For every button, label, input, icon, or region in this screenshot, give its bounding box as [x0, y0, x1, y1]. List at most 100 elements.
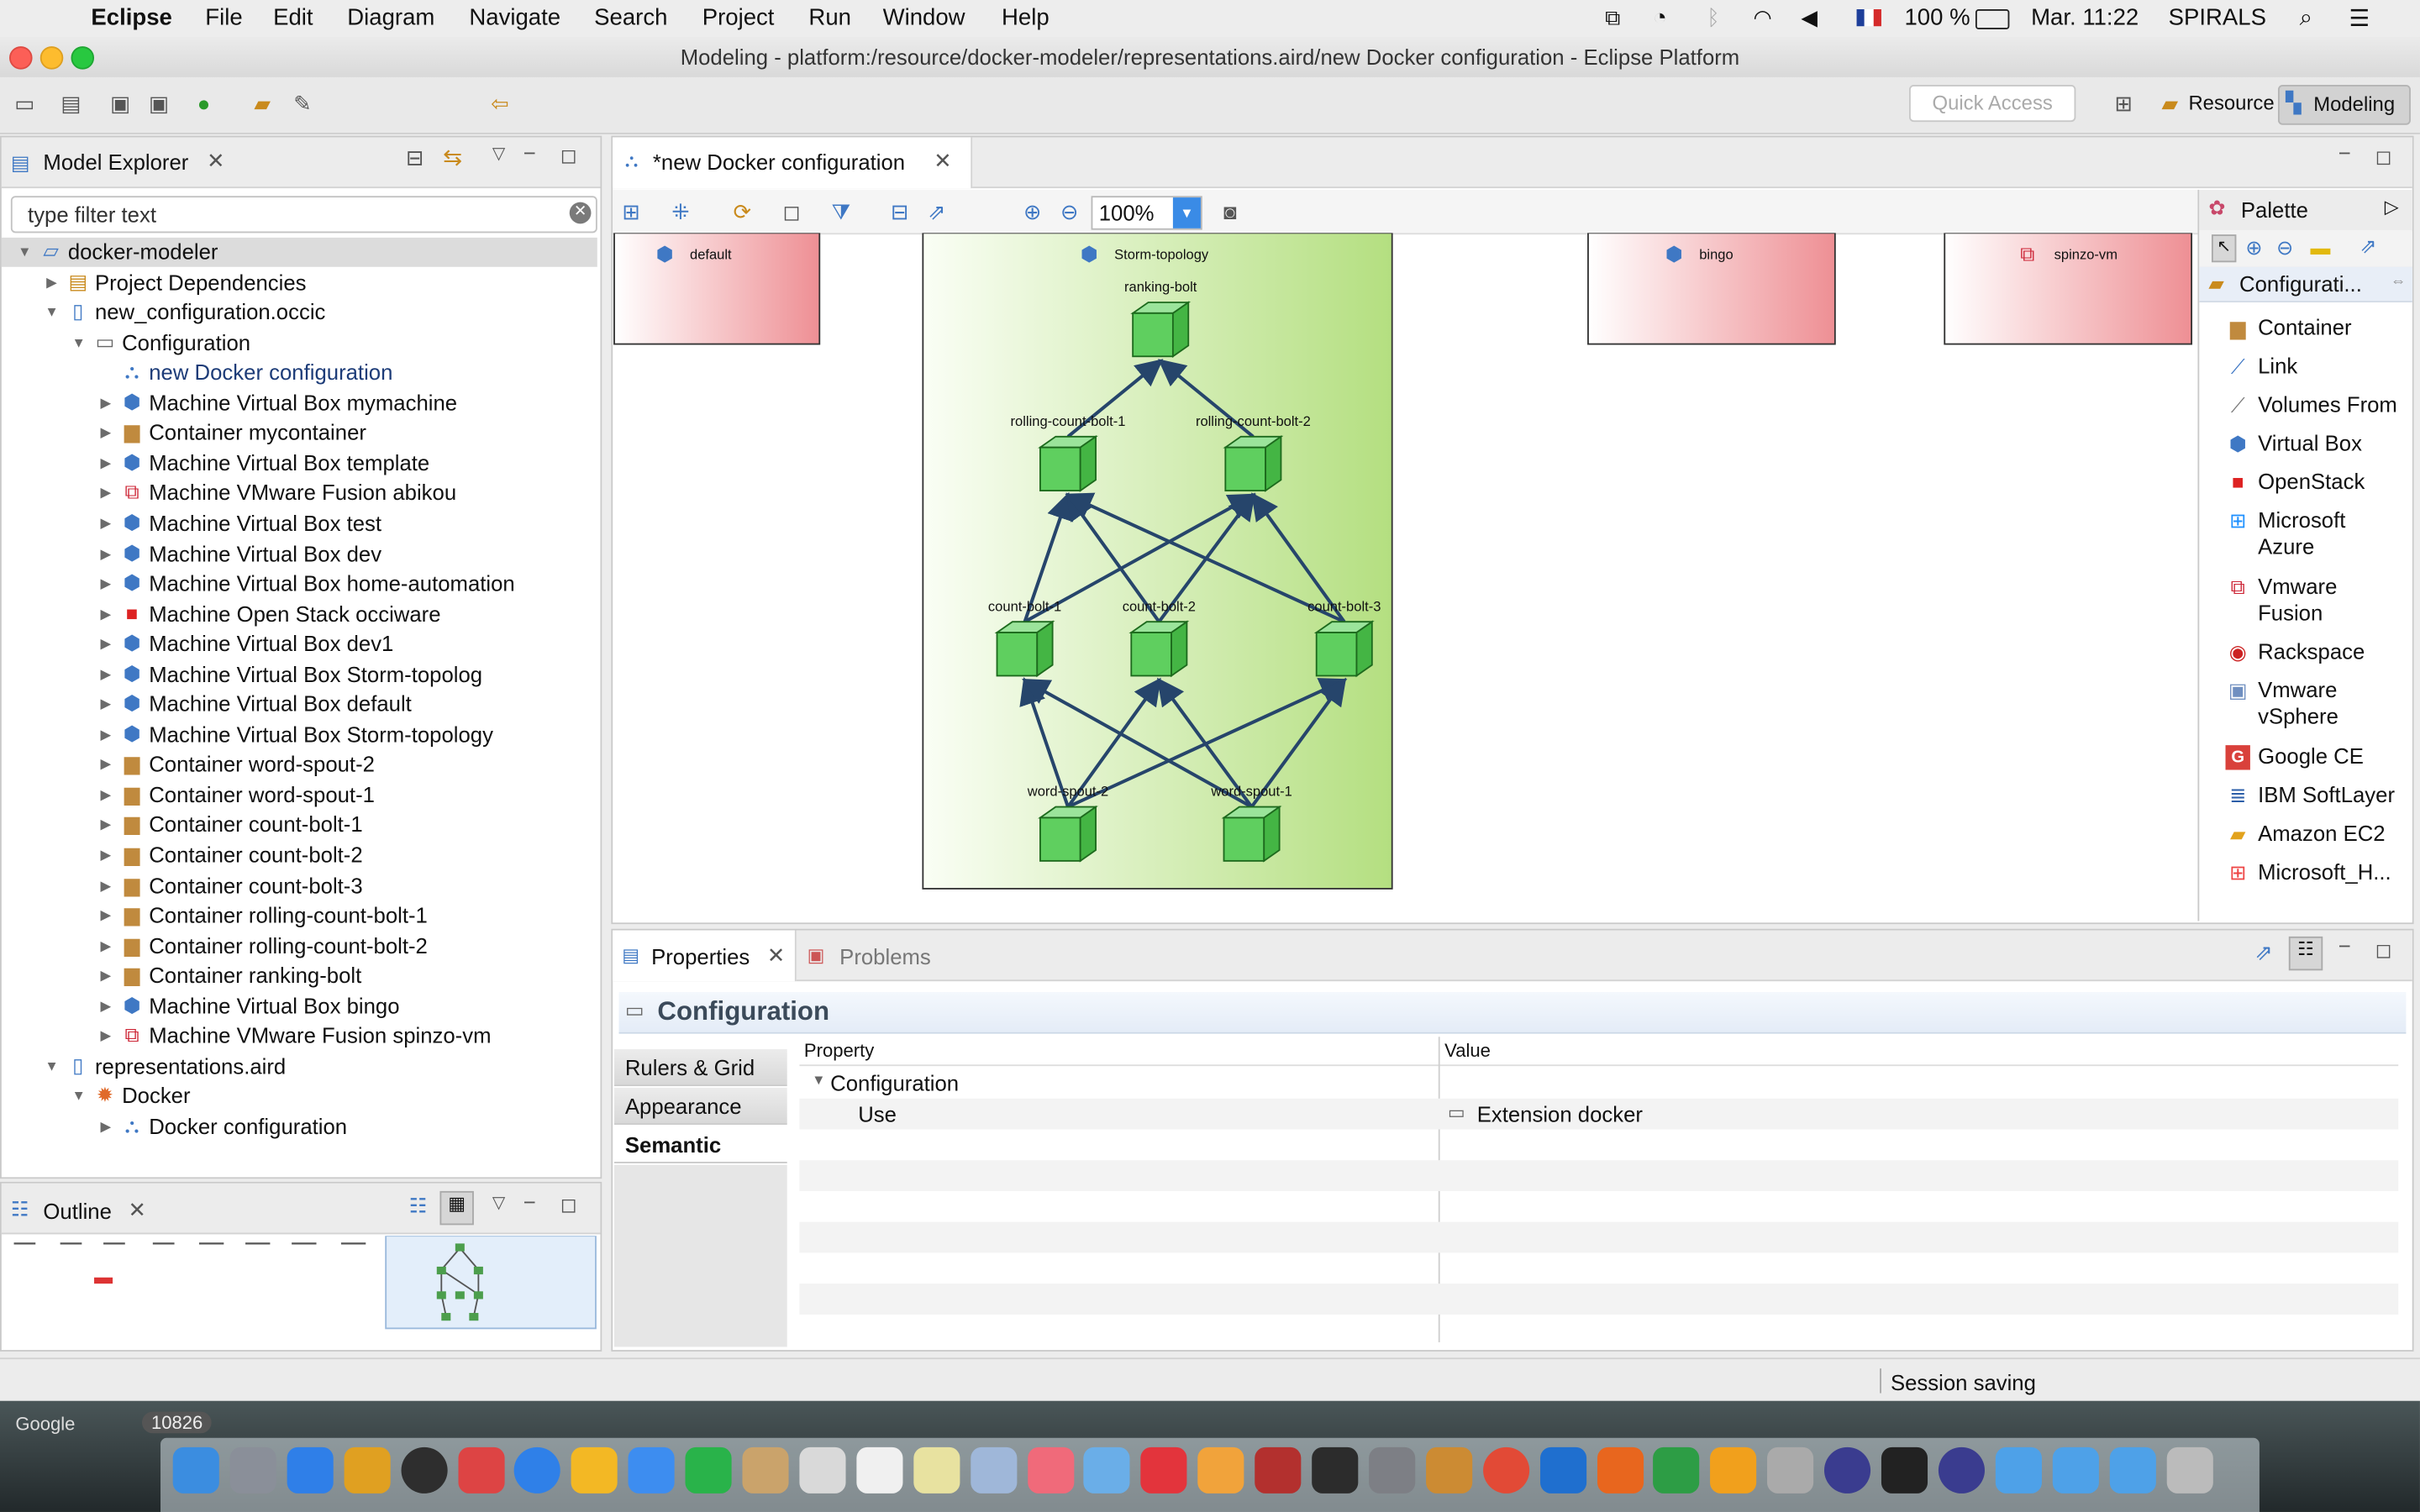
sublime-icon[interactable]: [1425, 1446, 1472, 1494]
folder-icon[interactable]: [1995, 1446, 2042, 1494]
perspective-resource[interactable]: Resource: [2188, 91, 2274, 114]
quick-access-input[interactable]: Quick Access: [1908, 85, 2076, 123]
tab-new-docker-configuration[interactable]: ⛬ *new Docker configuration ✕: [613, 137, 973, 189]
zoom-out-icon[interactable]: ⊖: [1057, 199, 1081, 223]
collapse-arrow-icon[interactable]: ▼: [44, 298, 59, 328]
folder-icon[interactable]: [2052, 1446, 2099, 1494]
close-icon[interactable]: ✕: [128, 1197, 146, 1223]
expand-arrow-icon[interactable]: ▶: [98, 1112, 113, 1142]
itunes-icon[interactable]: [1140, 1446, 1187, 1494]
back-icon[interactable]: ⇦: [487, 91, 512, 115]
property-row-use[interactable]: Use ▭ Extension docker: [799, 1099, 2398, 1130]
system-preferences-icon[interactable]: [1368, 1446, 1416, 1494]
close-icon[interactable]: ✕: [767, 942, 786, 969]
facetime-icon[interactable]: [685, 1446, 732, 1494]
container-node[interactable]: [1313, 620, 1375, 678]
zoom-in-tool-icon[interactable]: ⊕: [2245, 236, 2262, 260]
run-icon[interactable]: ●: [192, 91, 216, 115]
tree-item[interactable]: ▶ ■ Machine Open Stack occiware: [2, 600, 597, 629]
palette-item-link[interactable]: ⟋ Link: [2226, 354, 2408, 381]
properties-side-tab[interactable]: Appearance: [614, 1087, 787, 1125]
expand-arrow-icon[interactable]: ▶: [98, 871, 113, 900]
calendar-widget-icon[interactable]: [344, 1446, 391, 1494]
terminal-icon[interactable]: [1881, 1446, 1928, 1494]
tree-item[interactable]: ▶ ▆ Container word-spout-2: [2, 750, 597, 780]
expand-arrow-icon[interactable]: ▶: [98, 388, 113, 417]
collapse-arrow-icon[interactable]: ▼: [71, 328, 86, 358]
eclipse-alt-icon[interactable]: [1938, 1446, 1985, 1494]
property-value[interactable]: Extension docker: [1477, 1101, 1643, 1126]
container-node[interactable]: [1223, 435, 1284, 492]
tree-item[interactable]: ▶ ▆ Container rolling-count-bolt-2: [2, 932, 597, 961]
container-node[interactable]: [1221, 805, 1282, 863]
downloads-icon[interactable]: [2109, 1446, 2156, 1494]
battery-icon[interactable]: [1975, 9, 2010, 29]
palette-item-azure[interactable]: ⊞ Microsoft Azure: [2226, 507, 2408, 561]
chrome-icon[interactable]: [1482, 1446, 1529, 1494]
tree-item[interactable]: ▶ ▆ Container ranking-bolt: [2, 962, 597, 991]
tree-item[interactable]: ▶ ⬢ Machine Virtual Box default: [2, 690, 597, 719]
palette-item-rackspace[interactable]: ◉ Rackspace: [2226, 638, 2408, 665]
menu-diagram[interactable]: Diagram: [347, 5, 434, 31]
zoom-in-icon[interactable]: ⊕: [1020, 199, 1044, 223]
reminders-icon[interactable]: [855, 1446, 903, 1494]
expand-arrow-icon[interactable]: ▶: [98, 901, 113, 931]
expand-arrow-icon[interactable]: ▶: [98, 811, 113, 840]
export-tool-icon[interactable]: ⇗: [2360, 234, 2376, 259]
tree-item[interactable]: ▶ ⬢ Machine Virtual Box bingo: [2, 992, 597, 1021]
view-menu-icon[interactable]: ▽: [492, 144, 506, 164]
zoom-out-tool-icon[interactable]: ⊖: [2276, 236, 2293, 260]
tree-item[interactable]: ▶ ⬢ Machine Virtual Box Storm-topolog: [2, 660, 597, 690]
excel-icon[interactable]: [1653, 1446, 1700, 1494]
filter-icon[interactable]: ⧩: [829, 199, 853, 223]
minimize-icon[interactable]: −: [2338, 140, 2351, 165]
tree-item[interactable]: ▶ ⬢ Machine Virtual Box dev1: [2, 630, 597, 659]
tree-item[interactable]: ▶ ▆ Container count-bolt-2: [2, 841, 597, 870]
tree-item[interactable]: ▼ ▭ Configuration: [2, 328, 597, 358]
link-editor-icon[interactable]: ⇆: [443, 144, 462, 171]
time-machine-icon[interactable]: [1312, 1446, 1359, 1494]
show-categories-icon[interactable]: ☷: [2288, 936, 2323, 971]
user-name[interactable]: SPIRALS: [2169, 5, 2266, 31]
save-all-icon[interactable]: ▣: [146, 91, 171, 115]
layout-icon[interactable]: ⁜: [668, 199, 692, 223]
open-folder-icon[interactable]: ▰: [250, 91, 275, 115]
menu-navigate[interactable]: Navigate: [469, 5, 560, 31]
tree-item[interactable]: ▶ ▆ Container mycontainer: [2, 418, 597, 448]
word-icon[interactable]: [1539, 1446, 1586, 1494]
notes-icon[interactable]: [913, 1446, 960, 1494]
menu-help[interactable]: Help: [1002, 5, 1050, 31]
trash-icon[interactable]: [2165, 1446, 2212, 1494]
palette-item-hyperv[interactable]: ⊞ Microsoft_H...: [2226, 858, 2408, 885]
select-tool-icon[interactable]: ↖: [2211, 234, 2237, 263]
collapse-arrow-icon[interactable]: ▼: [71, 1082, 86, 1111]
maximize-icon[interactable]: ◻: [560, 144, 577, 168]
screen-share-icon[interactable]: ⧉: [1605, 5, 1620, 31]
contacts-icon[interactable]: [742, 1446, 789, 1494]
expand-arrow-icon[interactable]: ▶: [98, 570, 113, 599]
machine-node-default[interactable]: [613, 233, 821, 345]
properties-side-tab[interactable]: Rulers & Grid: [614, 1048, 787, 1087]
select-icon[interactable]: ◻: [780, 199, 804, 223]
outline-thumbnail[interactable]: [2, 1236, 601, 1347]
outlook-icon[interactable]: [1710, 1446, 1757, 1494]
container-node[interactable]: [1038, 435, 1098, 492]
collapse-arrow-icon[interactable]: ▼: [44, 1052, 59, 1081]
diagram-canvas[interactable]: [613, 233, 2197, 921]
wifi-icon[interactable]: ◠: [1753, 5, 1771, 31]
app-menu[interactable]: Eclipse: [91, 5, 171, 31]
minimize-icon[interactable]: −: [523, 1189, 536, 1214]
pin-view-icon[interactable]: ⇗: [2254, 940, 2273, 966]
menu-window[interactable]: Window: [883, 5, 965, 31]
expand-arrow-icon[interactable]: ▶: [44, 268, 59, 297]
expand-arrow-icon[interactable]: ▶: [98, 660, 113, 690]
palette-item-vsphere[interactable]: ▣ Vmware vSphere: [2226, 677, 2408, 731]
expand-arrow-icon[interactable]: ▶: [98, 780, 113, 810]
camera-icon[interactable]: ◙: [1218, 199, 1242, 223]
expand-arrow-icon[interactable]: ▶: [98, 720, 113, 749]
container-node[interactable]: [1038, 805, 1098, 863]
palette-item-openstack[interactable]: ■ OpenStack: [2226, 469, 2408, 496]
tree-item[interactable]: ▼ ▯ representations.aird: [2, 1052, 597, 1081]
expand-arrow-icon[interactable]: ▶: [98, 418, 113, 448]
tree-item[interactable]: ▶ ⬢ Machine Virtual Box template: [2, 449, 597, 478]
